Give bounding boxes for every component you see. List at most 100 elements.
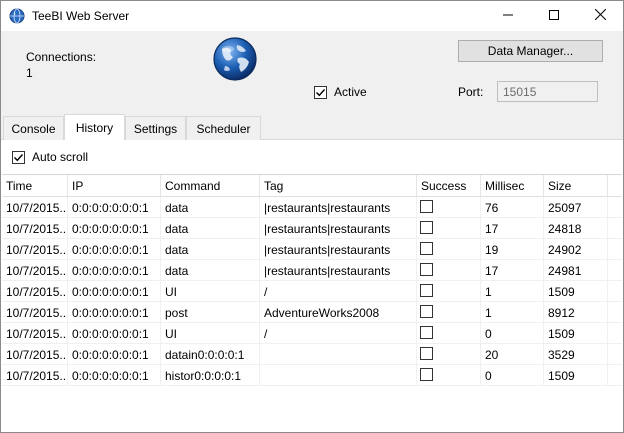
column-header-ip[interactable]: IP [68,175,161,197]
cell-command: datain0:0:0:0:1 [161,344,260,365]
success-checkbox[interactable] [420,368,433,381]
cell-size: 24902 [544,239,608,260]
table-row[interactable]: 10/7/2015... 0:0:0:0:0:0:0:1 data |resta… [2,239,622,260]
cell-tag: |restaurants|restaurants [260,239,417,260]
cell-tag: |restaurants|restaurants [260,260,417,281]
cell-ip: 0:0:0:0:0:0:0:1 [68,239,161,260]
cell-ip: 0:0:0:0:0:0:0:1 [68,344,161,365]
cell-millisec: 20 [481,344,544,365]
cell-ip: 0:0:0:0:0:0:0:1 [68,302,161,323]
tab-console[interactable]: Console [3,116,64,140]
table-row[interactable]: 10/7/2015... 0:0:0:0:0:0:0:1 post Advent… [2,302,622,323]
success-checkbox[interactable] [420,221,433,234]
success-checkbox[interactable] [420,326,433,339]
cell-size: 1509 [544,323,608,344]
autoscroll-label: Auto scroll [32,150,89,164]
window-title: TeeBI Web Server [32,9,130,23]
cell-size: 1509 [544,365,608,386]
column-header-size[interactable]: Size [544,175,608,197]
autoscroll-checkbox-row[interactable]: Auto scroll [12,150,88,164]
cell-ip: 0:0:0:0:0:0:0:1 [68,281,161,302]
table-row[interactable]: 10/7/2015... 0:0:0:0:0:0:0:1 UI / 0 1509 [2,323,622,344]
table-row[interactable]: 10/7/2015... 0:0:0:0:0:0:0:1 histor0:0:0… [2,365,622,386]
maximize-button[interactable] [531,1,577,31]
cell-size: 1509 [544,281,608,302]
app-window: TeeBI Web Server Connections: 1 Data Man… [0,0,624,433]
data-manager-button[interactable]: Data Manager... [458,40,603,62]
close-button[interactable] [577,1,623,31]
column-header-time[interactable]: Time [2,175,68,197]
cell-tag: / [260,281,417,302]
column-header-command[interactable]: Command [161,175,260,197]
minimize-icon [503,9,513,23]
cell-tag: / [260,323,417,344]
success-checkbox[interactable] [420,242,433,255]
cell-success [417,239,481,260]
connections-label: Connections: [26,50,97,64]
cell-size: 8912 [544,302,608,323]
connections-value: 1 [26,66,33,80]
cell-tag [260,365,417,386]
success-checkbox[interactable] [420,347,433,360]
minimize-button[interactable] [485,1,531,31]
cell-size: 24818 [544,218,608,239]
cell-time: 10/7/2015... [2,260,68,281]
success-checkbox[interactable] [420,305,433,318]
table-row[interactable]: 10/7/2015... 0:0:0:0:0:0:0:1 data |resta… [2,197,622,218]
server-status-panel: Connections: 1 Data Manager... Active Po… [1,31,623,114]
cell-millisec: 19 [481,239,544,260]
cell-success [417,302,481,323]
cell-success [417,260,481,281]
cell-millisec: 17 [481,260,544,281]
cell-ip: 0:0:0:0:0:0:0:1 [68,197,161,218]
globe-icon [9,8,25,24]
cell-success [417,218,481,239]
cell-success [417,323,481,344]
tab-history[interactable]: History [64,114,125,140]
table-row[interactable]: 10/7/2015... 0:0:0:0:0:0:0:1 data |resta… [2,218,622,239]
cell-command: post [161,302,260,323]
success-checkbox[interactable] [420,200,433,213]
close-icon [594,8,606,23]
cell-time: 10/7/2015... [2,323,68,344]
cell-tag [260,344,417,365]
cell-millisec: 17 [481,218,544,239]
cell-time: 10/7/2015... [2,239,68,260]
table-row[interactable]: 10/7/2015... 0:0:0:0:0:0:0:1 data |resta… [2,260,622,281]
column-header-filler [608,175,622,197]
port-input[interactable] [497,81,598,102]
cell-size: 3529 [544,344,608,365]
cell-millisec: 1 [481,302,544,323]
tab-scheduler[interactable]: Scheduler [186,116,261,140]
cell-size: 24981 [544,260,608,281]
autoscroll-checkbox[interactable] [12,150,25,164]
active-label: Active [334,85,367,99]
checkmark-icon [316,88,326,96]
cell-size: 25097 [544,197,608,218]
cell-command: data [161,197,260,218]
cell-command: data [161,239,260,260]
column-header-millisec[interactable]: Millisec [481,175,544,197]
table-row[interactable]: 10/7/2015... 0:0:0:0:0:0:0:1 UI / 1 1509 [2,281,622,302]
success-checkbox[interactable] [420,263,433,276]
cell-time: 10/7/2015... [2,302,68,323]
table-row[interactable]: 10/7/2015... 0:0:0:0:0:0:0:1 datain0:0:0… [2,344,622,365]
cell-time: 10/7/2015... [2,281,68,302]
column-header-success[interactable]: Success [417,175,481,197]
cell-tag: |restaurants|restaurants [260,218,417,239]
cell-millisec: 0 [481,365,544,386]
column-header-tag[interactable]: Tag [260,175,417,197]
cell-time: 10/7/2015... [2,365,68,386]
cell-success [417,197,481,218]
cell-time: 10/7/2015... [2,197,68,218]
cell-command: data [161,260,260,281]
active-checkbox-row[interactable]: Active [314,85,367,99]
active-checkbox[interactable] [314,85,327,99]
success-checkbox[interactable] [420,284,433,297]
tab-bar: Console History Settings Scheduler [1,114,623,140]
history-grid[interactable]: Time IP Command Tag Success Millisec Siz… [2,174,622,432]
maximize-icon [549,9,559,23]
tab-settings[interactable]: Settings [125,116,186,140]
cell-success [417,344,481,365]
title-bar[interactable]: TeeBI Web Server [1,1,623,31]
